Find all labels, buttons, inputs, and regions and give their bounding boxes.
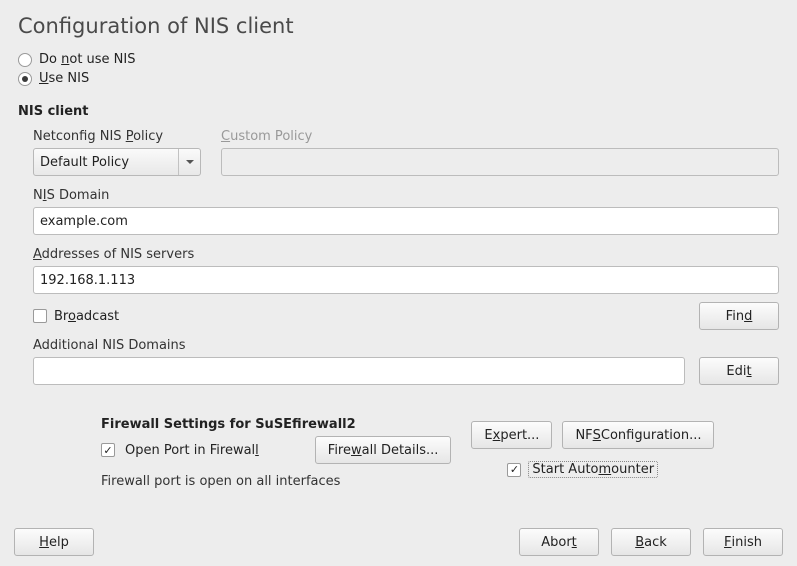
firewall-details-button[interactable]: Firewall Details... [315,436,452,464]
finish-button[interactable]: Finish [703,528,783,556]
find-button[interactable]: Find [699,302,779,330]
netconfig-policy-label: Netconfig NIS Policy [33,129,201,144]
help-button[interactable]: Help [14,528,94,556]
addresses-input[interactable]: 192.168.1.113 [33,266,779,294]
additional-domains-input [33,357,685,385]
open-port-checkbox[interactable] [101,443,115,457]
custom-policy-label: Custom Policy [221,129,779,144]
open-port-label: Open Port in Firewall [125,443,259,458]
radio-do-not-use-nis-label: Do not use NIS [39,52,136,67]
radio-use-nis-label: Use NIS [39,71,89,86]
firewall-status: Firewall port is open on all interfaces [101,474,451,489]
expert-button[interactable]: Expert... [471,421,552,449]
nis-domain-label: NIS Domain [33,188,779,203]
nis-domain-input[interactable]: example.com [33,207,779,235]
additional-domains-label: Additional NIS Domains [33,338,779,353]
edit-button[interactable]: Edit [699,357,779,385]
nfs-config-button[interactable]: NFS Configuration... [562,421,714,449]
netconfig-policy-value: Default Policy [40,155,129,170]
start-automounter-checkbox[interactable] [507,463,521,477]
netconfig-policy-combo[interactable]: Default Policy [33,148,201,176]
broadcast-checkbox[interactable] [33,309,47,323]
radio-do-not-use-nis[interactable] [18,53,32,67]
abort-button[interactable]: Abort [519,528,599,556]
broadcast-label: Broadcast [54,309,119,324]
firewall-title: Firewall Settings for SuSEfirewall2 [101,417,451,432]
chevron-down-icon [178,149,200,175]
section-nis-client: NIS client [18,104,779,119]
start-automounter-label: Start Automounter [528,461,658,478]
addresses-label: Addresses of NIS servers [33,247,779,262]
custom-policy-input [221,148,779,176]
page-title: Configuration of NIS client [18,14,779,38]
radio-use-nis[interactable] [18,72,32,86]
back-button[interactable]: Back [611,528,691,556]
